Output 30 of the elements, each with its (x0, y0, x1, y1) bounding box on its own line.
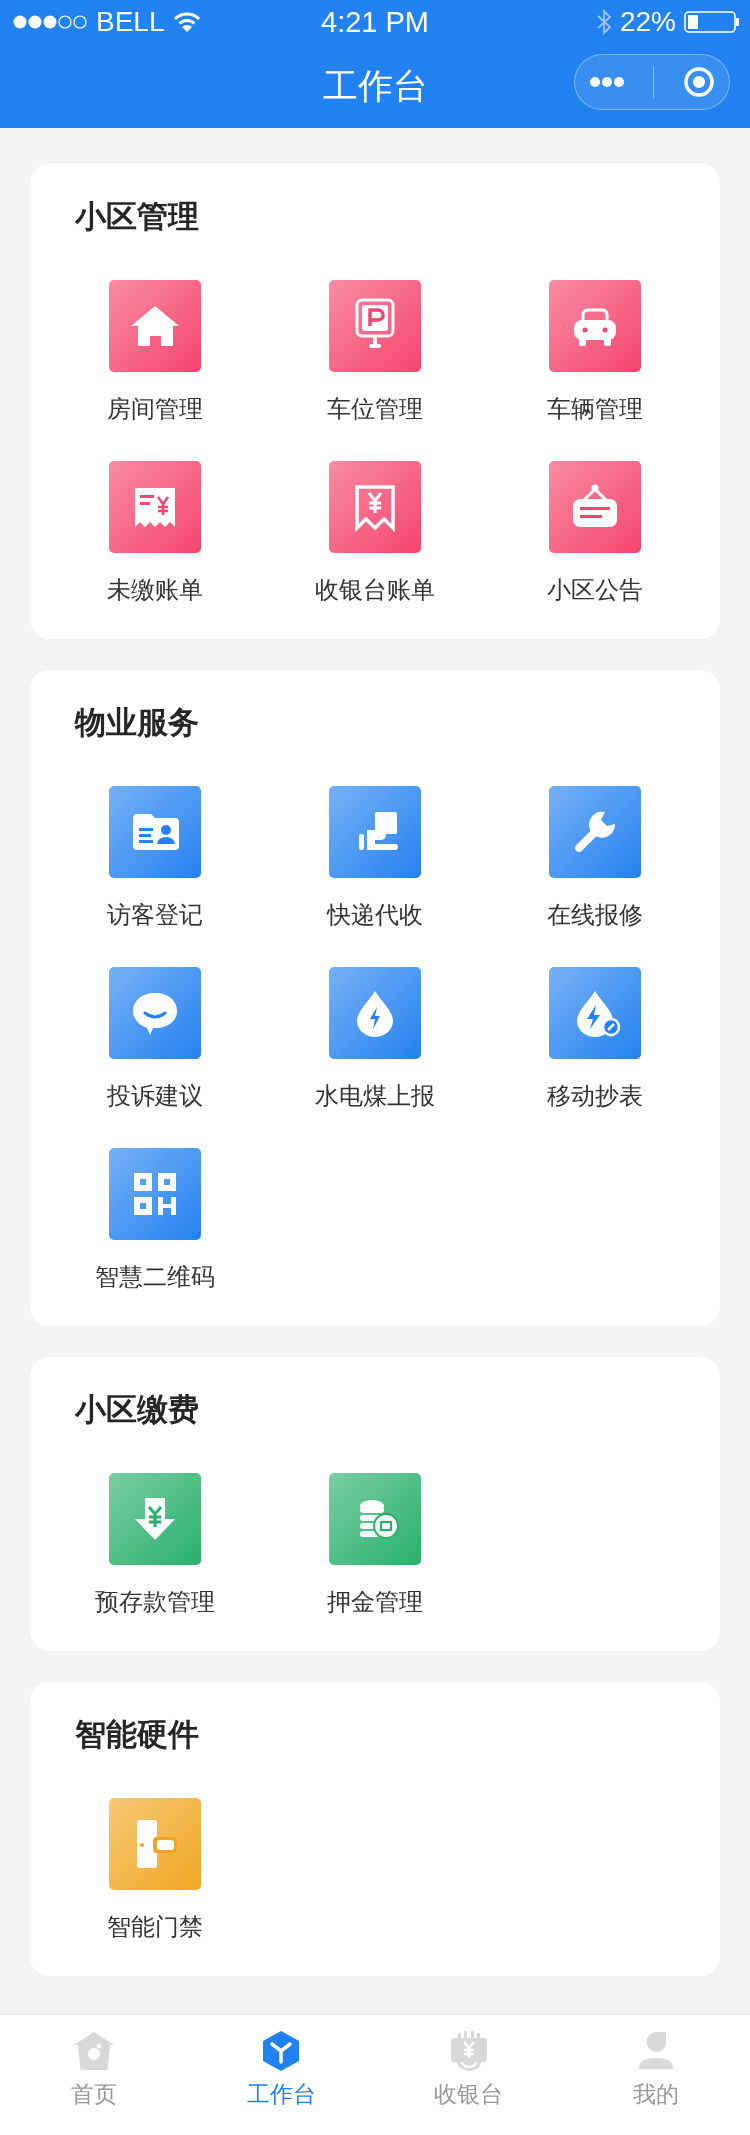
battery-icon (684, 10, 740, 34)
wifi-icon (172, 11, 201, 33)
grid-item[interactable]: 押金管理 (265, 1473, 485, 1617)
grid-item[interactable]: 在线报修 (485, 786, 705, 930)
grid-item[interactable]: 快递代收 (265, 786, 485, 930)
carrier-name: BELL (96, 6, 165, 38)
grid-item[interactable]: 智慧二维码 (45, 1148, 265, 1292)
more-icon[interactable] (589, 76, 626, 88)
grid-item[interactable]: 车位管理 (265, 280, 485, 424)
clock-time: 4:21 PM (321, 5, 429, 39)
bluetooth-icon (595, 9, 612, 35)
section-title: 智能硬件 (75, 1715, 200, 1754)
page-title: 工作台 (322, 64, 428, 108)
grid-item[interactable]: 房间管理 (45, 280, 265, 424)
battery-percent: 22% (619, 6, 676, 38)
signal-icon (12, 14, 88, 30)
section-title: 小区缴费 (75, 1390, 200, 1429)
tab-item[interactable]: 工作台 (246, 2015, 316, 2110)
grid-item[interactable]: 访客登记 (45, 786, 265, 930)
grid-item[interactable]: 未缴账单 (45, 461, 265, 605)
section-title: 小区管理 (75, 197, 200, 236)
grid-item[interactable]: 移动抄表 (485, 967, 705, 1111)
grid-item[interactable]: 投诉建议 (45, 967, 265, 1111)
grid-item[interactable]: 预存款管理 (45, 1473, 265, 1617)
grid-item[interactable]: 小区公告 (485, 461, 705, 605)
grid-item[interactable]: 车辆管理 (485, 280, 705, 424)
grid-item[interactable]: 智能门禁 (45, 1798, 265, 1942)
grid-item[interactable]: 水电煤上报 (265, 967, 485, 1111)
section-title: 物业服务 (75, 703, 200, 742)
grid-item[interactable]: 收银台账单 (265, 461, 485, 605)
